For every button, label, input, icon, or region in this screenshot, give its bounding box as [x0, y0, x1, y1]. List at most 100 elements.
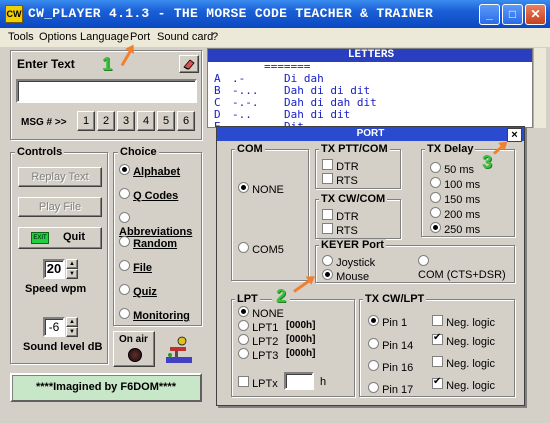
keyer-com-option[interactable]: COM (CTS+DSR) — [418, 255, 514, 281]
check-neg-pin-16[interactable] — [432, 356, 443, 367]
speed-up-icon[interactable]: ▲ — [66, 259, 78, 269]
sound-up-icon[interactable]: ▲ — [66, 317, 78, 327]
choice-monitoring[interactable]: Monitoring — [119, 308, 190, 322]
check-ptt-rts[interactable] — [322, 173, 333, 184]
radio-mouse[interactable] — [322, 269, 333, 280]
check-lptx[interactable] — [238, 376, 249, 387]
radio-quiz[interactable] — [119, 284, 130, 295]
pin-14-option[interactable]: Pin 14 — [368, 338, 413, 352]
msg-button-3[interactable]: 3 — [117, 111, 135, 131]
close-button[interactable]: ✕ — [525, 4, 546, 25]
play-file-button[interactable]: Play File — [18, 197, 102, 217]
pin-14-neg-logic[interactable]: Neg. logic — [432, 332, 495, 348]
radio-lpt3[interactable] — [238, 348, 249, 359]
radio-monitoring[interactable] — [119, 308, 130, 319]
sound-down-icon[interactable]: ▼ — [66, 327, 78, 337]
radio-file[interactable] — [119, 260, 130, 271]
choice-q-codes[interactable]: Q Codes — [119, 188, 178, 202]
maximize-button[interactable]: □ — [502, 4, 523, 25]
delay-150-option[interactable]: 150 ms — [430, 192, 480, 206]
keyer-mouse-option[interactable]: Mouse — [322, 269, 369, 283]
radio-random[interactable] — [119, 236, 130, 247]
choice-alphabet[interactable]: Alphabet — [119, 164, 180, 178]
tx-ptt-rts-option[interactable]: RTS — [322, 173, 358, 187]
replay-text-button[interactable]: Replay Text — [18, 167, 102, 187]
menu-help[interactable]: ? — [210, 28, 220, 47]
menu-language[interactable]: Language — [78, 28, 131, 47]
speed-down-icon[interactable]: ▼ — [66, 269, 78, 279]
lpt3-address: [000h] — [286, 348, 316, 359]
tx-cw-rts-option[interactable]: RTS — [322, 223, 358, 237]
letters-scrollbar[interactable] — [533, 48, 546, 128]
radio-lpt-none[interactable] — [238, 306, 249, 317]
radio-keyer-com[interactable] — [418, 255, 429, 266]
check-cw-rts[interactable] — [322, 223, 333, 234]
lptx-option[interactable]: LPTx — [238, 376, 278, 390]
radio-pin-14[interactable] — [368, 338, 379, 349]
tx-ptt-dtr-option[interactable]: DTR — [322, 159, 359, 173]
delay-200-option[interactable]: 200 ms — [430, 207, 480, 221]
radio-pin-17[interactable] — [368, 382, 379, 393]
choice-file[interactable]: File — [119, 260, 152, 274]
radio-lpt2[interactable] — [238, 334, 249, 345]
letters-pane[interactable]: LETTERS ======= A .- Di dah B -... Dah d… — [207, 48, 533, 128]
radio-delay-100[interactable] — [430, 177, 441, 188]
enter-text-input[interactable] — [16, 79, 197, 103]
com-com5-option[interactable]: COM5 — [238, 242, 284, 256]
radio-delay-50[interactable] — [430, 162, 441, 173]
check-neg-pin-14[interactable] — [432, 332, 443, 345]
radio-com5[interactable] — [238, 242, 249, 253]
menu-options[interactable]: Options — [37, 28, 79, 47]
eraser-icon — [183, 59, 195, 70]
pin-16-option[interactable]: Pin 16 — [368, 360, 413, 374]
radio-lpt1[interactable] — [238, 320, 249, 331]
radio-com-none[interactable] — [238, 182, 249, 193]
pin-17-neg-logic[interactable]: Neg. logic — [432, 376, 495, 392]
tx-cw-dtr-option[interactable]: DTR — [322, 209, 359, 223]
choice-abbreviations[interactable]: Abbreviations — [119, 212, 201, 238]
port-close-button[interactable]: × — [507, 128, 522, 142]
lpt2-address: [000h] — [286, 334, 316, 345]
lptx-address-input[interactable] — [284, 372, 314, 390]
lpt3-option[interactable]: LPT3 — [238, 348, 278, 362]
check-ptt-dtr[interactable] — [322, 159, 333, 170]
minimize-button[interactable]: _ — [479, 4, 500, 25]
radio-q-codes[interactable] — [119, 188, 130, 199]
choice-quiz[interactable]: Quiz — [119, 284, 157, 298]
com-none-option[interactable]: NONE — [238, 182, 284, 196]
radio-joystick[interactable] — [322, 255, 333, 266]
check-cw-dtr[interactable] — [322, 209, 333, 220]
menu-sound-card[interactable]: Sound card — [155, 28, 215, 47]
check-neg-pin-17[interactable] — [432, 376, 443, 389]
keyer-joystick-option[interactable]: Joystick — [322, 255, 375, 269]
radio-delay-150[interactable] — [430, 192, 441, 203]
sound-level-value[interactable]: -6 — [43, 317, 65, 337]
menu-tools[interactable]: Tools — [6, 28, 36, 47]
msg-button-4[interactable]: 4 — [137, 111, 155, 131]
msg-button-5[interactable]: 5 — [157, 111, 175, 131]
quit-button[interactable]: EXIT Quit — [18, 227, 102, 249]
lpt2-option[interactable]: LPT2 — [238, 334, 278, 348]
lpt1-option[interactable]: LPT1 — [238, 320, 278, 334]
radio-delay-200[interactable] — [430, 207, 441, 218]
msg-button-2[interactable]: 2 — [97, 111, 115, 131]
msg-button-6[interactable]: 6 — [177, 111, 195, 131]
speed-value[interactable]: 20 — [43, 259, 65, 279]
delay-100-option[interactable]: 100 ms — [430, 177, 480, 191]
lpt-none-option[interactable]: NONE — [238, 306, 284, 320]
msg-button-1[interactable]: 1 — [77, 111, 95, 131]
pin-1-neg-logic[interactable]: Neg. logic — [432, 315, 495, 329]
pin-1-option[interactable]: Pin 1 — [368, 315, 407, 329]
radio-pin-16[interactable] — [368, 360, 379, 371]
pin-16-neg-logic[interactable]: Neg. logic — [432, 356, 495, 370]
radio-pin-1[interactable] — [368, 315, 379, 326]
delay-50-option[interactable]: 50 ms — [430, 162, 474, 176]
eraser-button[interactable] — [179, 55, 199, 73]
check-neg-pin-1[interactable] — [432, 315, 443, 326]
radio-alphabet[interactable] — [119, 164, 130, 175]
radio-delay-250[interactable] — [430, 222, 441, 233]
pin-17-option[interactable]: Pin 17 — [368, 382, 413, 396]
delay-250-option[interactable]: 250 ms — [430, 222, 480, 236]
choice-random[interactable]: Random — [119, 236, 177, 250]
radio-abbreviations[interactable] — [119, 212, 130, 223]
